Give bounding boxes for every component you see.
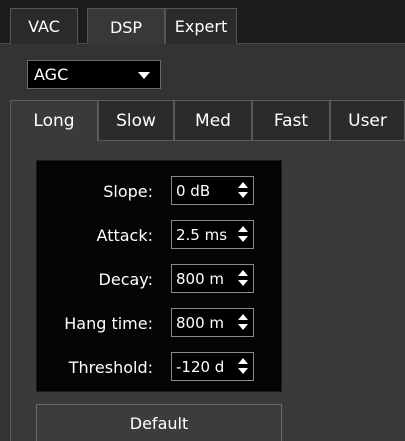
slope-label: Slope: <box>103 182 153 201</box>
threshold-label: Threshold: <box>68 358 153 377</box>
threshold-spinbox[interactable]: -120 d <box>171 352 254 381</box>
spin-arrows-icon[interactable] <box>237 356 251 377</box>
spin-arrows-icon[interactable] <box>237 224 251 245</box>
mode-select[interactable]: AGC <box>27 60 161 89</box>
decay-label: Decay: <box>98 270 153 289</box>
decay-value: 800 m <box>176 269 225 288</box>
spin-arrows-icon[interactable] <box>237 268 251 289</box>
hang-time-spinbox[interactable]: 800 m <box>171 308 254 337</box>
decay-spinbox[interactable]: 800 m <box>171 264 254 293</box>
attack-value: 2.5 ms <box>176 225 228 244</box>
mode-select-value: AGC <box>34 65 69 84</box>
hang-time-value: 800 m <box>176 313 225 332</box>
tab-dsp[interactable]: DSP <box>87 8 165 45</box>
chevron-down-icon <box>138 72 150 79</box>
attack-spinbox[interactable]: 2.5 ms <box>171 220 254 249</box>
threshold-value: -120 d <box>176 357 225 376</box>
tab-fast[interactable]: Fast <box>252 100 330 141</box>
default-button[interactable]: Default <box>36 404 282 441</box>
hang-time-label: Hang time: <box>64 314 153 333</box>
tab-slow[interactable]: Slow <box>98 100 174 141</box>
spin-arrows-icon[interactable] <box>237 312 251 333</box>
spin-arrows-icon[interactable] <box>237 180 251 201</box>
tab-med[interactable]: Med <box>174 100 252 141</box>
tab-expert[interactable]: Expert <box>165 8 237 44</box>
agc-mode-tabs: Long Slow Med Fast User <box>10 100 405 142</box>
tab-vac[interactable]: VAC <box>10 8 78 44</box>
tab-user[interactable]: User <box>330 100 405 141</box>
slope-value: 0 dB <box>176 181 211 200</box>
slope-spinbox[interactable]: 0 dB <box>171 176 254 205</box>
attack-label: Attack: <box>96 226 153 245</box>
tab-long[interactable]: Long <box>10 100 98 142</box>
